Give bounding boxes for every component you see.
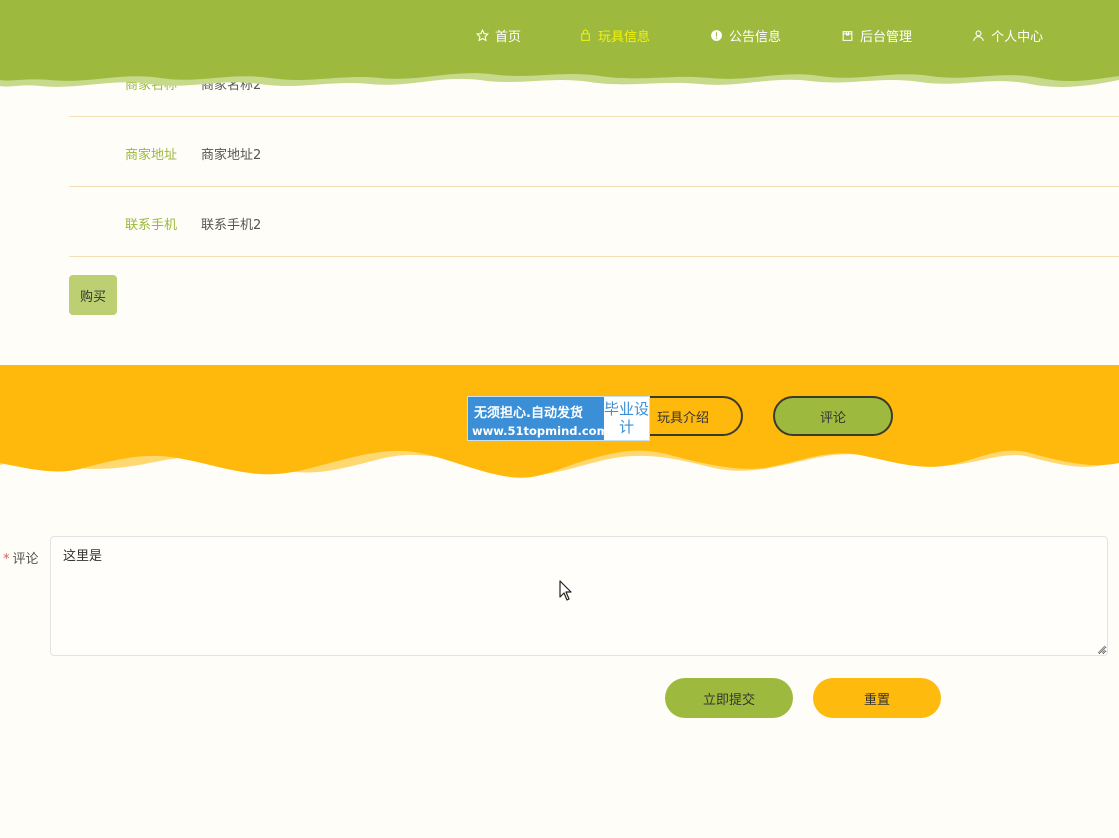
comment-label-text: 评论: [12, 552, 39, 567]
box-icon: [842, 30, 853, 41]
watermark-slogan: 无须担心.自动发货: [474, 406, 583, 421]
star-icon: [476, 28, 489, 42]
comment-form-label: * 评论: [3, 548, 39, 567]
comment-textarea[interactable]: 这里是: [50, 536, 1108, 656]
nav-item-label: 后台管理: [860, 29, 913, 45]
tab-comment[interactable]: 评论: [773, 396, 893, 436]
detail-value: 商家地址2: [201, 148, 262, 163]
nav-item-label: 个人中心: [991, 29, 1044, 45]
required-mark: *: [3, 552, 10, 567]
detail-label: 商家地址: [125, 148, 178, 163]
nav-item-label: 首页: [495, 29, 522, 45]
mouse-cursor-icon: [559, 580, 572, 601]
detail-row-merchant-address: 商家地址 商家地址2: [69, 116, 1119, 187]
nav-item-toys[interactable]: 玩具信息: [579, 26, 650, 45]
top-header: 首页 玩具信息 公告信息 后台管理 个人中心: [0, 0, 1119, 95]
watermark-side: 毕业设计: [604, 397, 649, 440]
user-icon: [973, 29, 984, 41]
resize-handle-icon[interactable]: [1096, 644, 1106, 654]
nav-item-label: 公告信息: [729, 29, 782, 45]
header-wave-background: [0, 0, 1119, 87]
watermark-left: 无须担心.自动发货 www.51topmind.com: [468, 397, 609, 440]
nav-item-home[interactable]: 首页: [476, 26, 521, 45]
watermark-url: www.51topmind.com: [472, 424, 609, 438]
nav-item-admin[interactable]: 后台管理: [841, 26, 912, 45]
reset-button[interactable]: 重置: [813, 678, 941, 718]
nav-item-notices[interactable]: 公告信息: [710, 26, 781, 45]
submit-button[interactable]: 立即提交: [665, 678, 793, 718]
detail-value: 联系手机2: [201, 218, 262, 233]
watermark-banner: 无须担心.自动发货 www.51topmind.com 毕业设计: [467, 396, 650, 441]
detail-label: 联系手机: [125, 218, 178, 233]
bag-icon: [581, 29, 590, 41]
nav-item-profile[interactable]: 个人中心: [972, 26, 1043, 45]
detail-row-phone: 联系手机 联系手机2: [69, 186, 1119, 257]
main-nav: 首页 玩具信息 公告信息 后台管理 个人中心: [476, 25, 1043, 45]
info-icon: [711, 29, 722, 41]
buy-button[interactable]: 购买: [69, 275, 117, 315]
nav-item-label: 玩具信息: [598, 29, 651, 45]
